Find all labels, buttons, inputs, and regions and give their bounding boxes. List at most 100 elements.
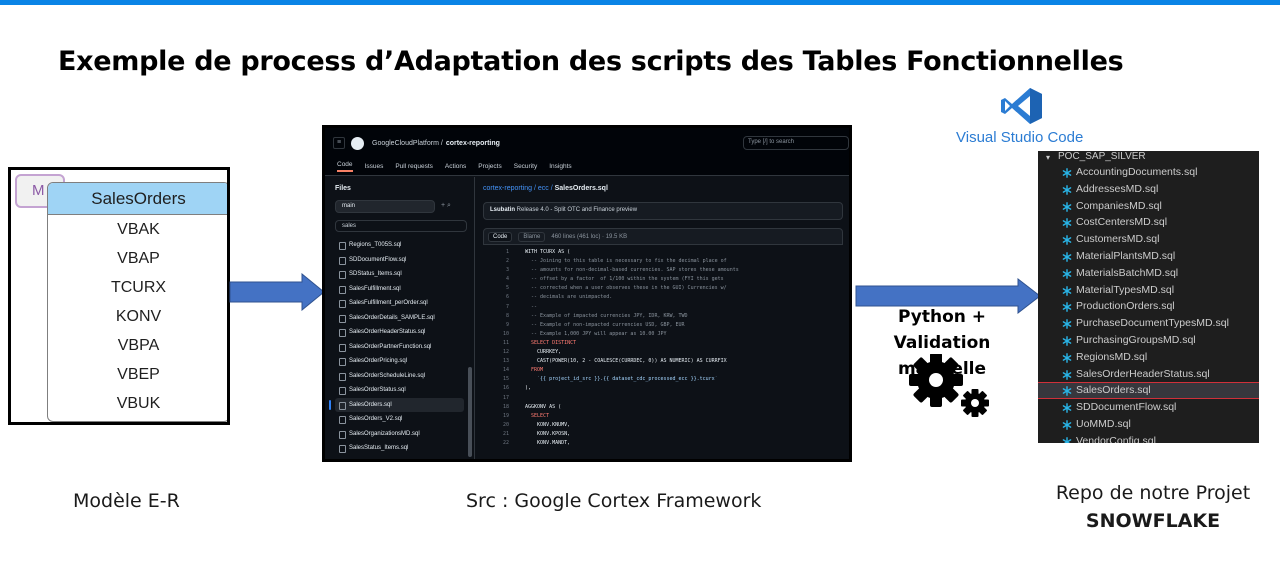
github-file-view: cortex-reporting / ecc / SalesOrders.sql… <box>477 177 849 459</box>
file-breadcrumb: cortex-reporting / ecc / SalesOrders.sql <box>483 185 843 192</box>
explorer-file-item[interactable]: PurchasingGroupsMD.sql <box>1038 332 1259 349</box>
explorer-file-item[interactable]: SDDocumentFlow.sql <box>1038 399 1259 416</box>
tab-security[interactable]: Security <box>514 163 537 170</box>
menu-icon[interactable]: ≡ <box>333 137 345 149</box>
line-number[interactable]: 18 <box>483 404 509 410</box>
line-number[interactable]: 12 <box>483 349 509 355</box>
code-line: 11 SELECT DISTINCT <box>483 340 843 349</box>
file-tree-item[interactable]: SalesFulfillment_perOrder.sql <box>335 296 464 311</box>
line-number[interactable]: 6 <box>483 294 509 300</box>
line-number[interactable]: 16 <box>483 385 509 391</box>
explorer-file-item[interactable]: MaterialTypesMD.sql <box>1038 282 1259 299</box>
explorer-folder[interactable]: ▾ POC_SAP_SILVER <box>1038 151 1259 164</box>
line-number[interactable]: 2 <box>483 258 509 264</box>
line-number[interactable]: 1 <box>483 249 509 255</box>
file-tree-item[interactable]: SalesOrderStatus.sql <box>335 383 464 398</box>
file-tree-scrollbar[interactable] <box>468 367 472 457</box>
explorer-file-item[interactable]: UoMMD.sql <box>1038 416 1259 433</box>
explorer-file-item[interactable]: CostCentersMD.sql <box>1038 214 1259 231</box>
explorer-file-label: MaterialsBatchMD.sql <box>1076 266 1179 279</box>
branch-select[interactable]: main <box>335 200 435 213</box>
code-line: 9 -- Example of non-impacted currencies … <box>483 322 843 331</box>
file-tree-item[interactable]: SalesOrderPricing.sql <box>335 354 464 369</box>
add-file-icon[interactable]: + ⌕ <box>441 202 451 210</box>
line-number[interactable]: 4 <box>483 276 509 282</box>
snowflake-icon <box>1062 369 1072 380</box>
tab-code[interactable]: Code <box>488 231 513 242</box>
line-number[interactable]: 13 <box>483 358 509 364</box>
line-number[interactable]: 10 <box>483 331 509 337</box>
code-text: KONV.KNUMV, <box>525 421 571 428</box>
explorer-file-label: CostCentersMD.sql <box>1076 216 1168 229</box>
er-row: VBUK <box>116 395 161 412</box>
file-tree-item[interactable]: SDStatus_Items.sql <box>335 267 464 282</box>
explorer-file-item[interactable]: ProductionOrders.sql <box>1038 298 1259 315</box>
commit-message[interactable]: Release 4.0 - Split OTC and Finance prev… <box>517 207 637 213</box>
line-number[interactable]: 20 <box>483 422 509 428</box>
file-tree-item[interactable]: SalesFulfillment.sql <box>335 282 464 297</box>
breadcrumb-path[interactable]: cortex-reporting / ecc / <box>483 185 553 192</box>
line-number[interactable]: 9 <box>483 322 509 328</box>
chevron-down-icon: ▾ <box>1046 153 1051 162</box>
explorer-file-item[interactable]: SalesOrderHeaderStatus.sql <box>1038 366 1259 383</box>
file-tree-item[interactable]: SalesStatus_Items.sql <box>335 441 464 456</box>
file-tree-item[interactable]: SalesOrderScheduleLine.sql <box>335 369 464 384</box>
explorer-file-label: SDDocumentFlow.sql <box>1076 401 1177 414</box>
github-repo[interactable]: cortex-reporting <box>446 140 500 147</box>
file-tree-item[interactable]: SalesOrderPartnerFunction.sql <box>335 340 464 355</box>
code-text: -- Joining to this table is necessary to… <box>525 258 727 265</box>
explorer-file-item[interactable]: PurchaseDocumentTypesMD.sql <box>1038 315 1259 332</box>
snowflake-icon <box>1062 184 1072 195</box>
file-tree-item[interactable]: SalesOrderHeaderStatus.sql <box>335 325 464 340</box>
github-header: ≡ GoogleCloudPlatform / cortex-reporting… <box>325 128 849 158</box>
tab-pull-requests[interactable]: Pull requests <box>395 163 433 170</box>
explorer-file-item[interactable]: RegionsMD.sql <box>1038 349 1259 366</box>
line-number[interactable]: 14 <box>483 367 509 373</box>
tab-code[interactable]: Code <box>337 161 353 172</box>
snowflake-icon <box>1062 352 1072 363</box>
line-number[interactable]: 15 <box>483 376 509 382</box>
tab-actions[interactable]: Actions <box>445 163 466 170</box>
line-number[interactable]: 19 <box>483 413 509 419</box>
commit-user[interactable]: Lsubatin <box>490 207 515 213</box>
file-tree-item[interactable]: Regions_T005S.sql <box>335 238 464 253</box>
github-screenshot: ≡ GoogleCloudPlatform / cortex-reporting… <box>322 125 852 462</box>
explorer-file-item[interactable]: CompaniesMD.sql <box>1038 198 1259 215</box>
line-number[interactable]: 5 <box>483 285 509 291</box>
explorer-file-item[interactable]: AddressesMD.sql <box>1038 181 1259 198</box>
file-filter-input[interactable]: sales <box>335 220 467 232</box>
tab-issues[interactable]: Issues <box>365 163 384 170</box>
arrow-right-icon <box>229 273 325 311</box>
explorer-file-item[interactable]: MaterialPlantsMD.sql <box>1038 248 1259 265</box>
line-number[interactable]: 7 <box>483 304 509 310</box>
github-search-input[interactable]: Type [/] to search <box>743 136 849 150</box>
file-tree-item[interactable]: SDDocumentFlow.sql <box>335 253 464 268</box>
code-line: 8 -- Example of impacted currencies JPY,… <box>483 313 843 322</box>
line-number[interactable]: 3 <box>483 267 509 273</box>
file-info: 460 lines (461 loc) · 19.5 KB <box>551 233 628 240</box>
explorer-file-list: AccountingDocuments.sql AddressesMD.sql Co… <box>1038 164 1259 443</box>
github-logo-icon[interactable] <box>351 136 364 150</box>
explorer-file-item[interactable]: MaterialsBatchMD.sql <box>1038 265 1259 282</box>
explorer-file-item[interactable]: VendorConfig.sql <box>1038 433 1259 443</box>
line-number[interactable]: 21 <box>483 431 509 437</box>
explorer-file-item[interactable]: SalesOrders.sql <box>1038 382 1259 400</box>
line-number[interactable]: 17 <box>483 395 509 401</box>
tab-projects[interactable]: Projects <box>478 163 501 170</box>
tab-insights[interactable]: Insights <box>549 163 571 170</box>
code-line: 7 -- <box>483 304 843 313</box>
line-number[interactable]: 22 <box>483 440 509 446</box>
explorer-file-item[interactable]: CustomersMD.sql <box>1038 231 1259 248</box>
file-tree-item[interactable]: SalesOrganizationsMD.sql <box>335 427 464 442</box>
file-tree-item[interactable]: SalesOrderDetails_SAMPLE.sql <box>335 311 464 326</box>
explorer-file-item[interactable]: AccountingDocuments.sql <box>1038 164 1259 181</box>
github-org[interactable]: GoogleCloudPlatform / <box>372 140 443 147</box>
file-tree-item[interactable]: SalesOrders_V2.sql <box>335 412 464 427</box>
explorer-file-label: MaterialPlantsMD.sql <box>1076 249 1176 262</box>
line-number[interactable]: 11 <box>483 340 509 346</box>
code-text: SELECT <box>525 412 550 419</box>
file-tree-item[interactable]: SalesOrders.sql <box>329 397 464 412</box>
snowflake-icon <box>1062 268 1072 279</box>
line-number[interactable]: 8 <box>483 313 509 319</box>
tab-blame[interactable]: Blame <box>518 231 546 242</box>
